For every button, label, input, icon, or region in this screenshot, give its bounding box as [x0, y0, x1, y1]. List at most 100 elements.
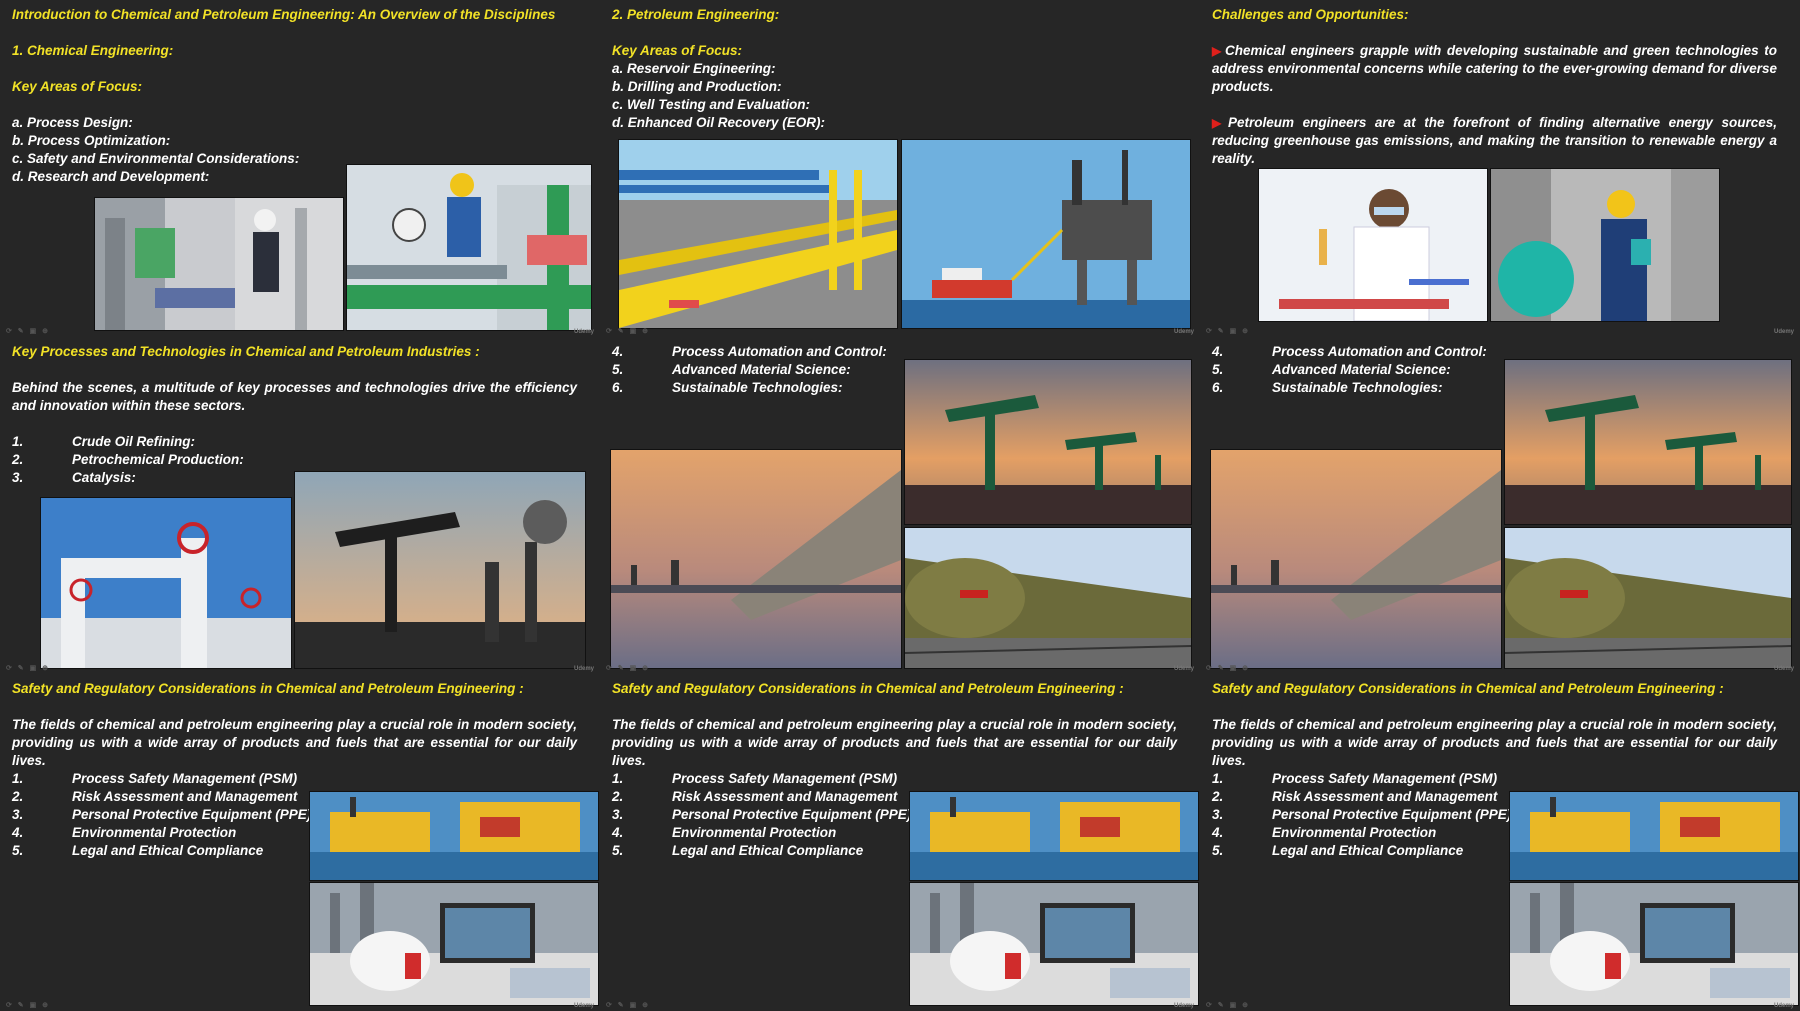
list-number: 2. — [612, 789, 624, 804]
slide-7[interactable]: Safety and Regulatory Considerations in … — [0, 674, 600, 1011]
list-item: Process Safety Management (PSM) — [72, 771, 298, 786]
list-item: Petrochemical Production: — [72, 452, 244, 467]
list-item: Risk Assessment and Management — [672, 789, 898, 804]
offshore-rig-collage-photo — [1509, 791, 1799, 881]
list-item: Personal Protective Equipment (PPE) — [1272, 807, 1512, 822]
hardhat-laptop-photo — [309, 882, 599, 1006]
slide-8[interactable]: Safety and Regulatory Considerations in … — [600, 674, 1200, 1011]
list-item: Advanced Material Science: — [672, 362, 851, 377]
pipeline-sunset-photo — [610, 449, 902, 669]
list-item: Environmental Protection — [672, 825, 837, 840]
slide-footer-icons: ⟳ ✎ ▣ ⊕ — [6, 328, 51, 335]
list-number: 5. — [612, 362, 624, 377]
list-item: Sustainable Technologies: — [672, 380, 843, 395]
slide-2[interactable]: 2. Petroleum Engineering: Key Areas of F… — [600, 0, 1200, 337]
list-number: 2. — [12, 452, 24, 467]
list-number: 1. — [612, 771, 624, 786]
list-number: 6. — [612, 380, 624, 395]
pipeline-yard-photo — [618, 139, 898, 329]
list-number: 5. — [1212, 843, 1224, 858]
list-item: Legal and Ethical Compliance — [1272, 843, 1464, 858]
intro-paragraph: The fields of chemical and petroleum eng… — [12, 717, 577, 768]
bullet-text: Petroleum engineers are at the forefront… — [1212, 115, 1777, 166]
bullet-paragraph: ▶ Chemical engineers grapple with develop… — [1212, 42, 1777, 96]
section-heading: 1. Chemical Engineering: — [12, 43, 174, 58]
slide-footer-icons: ⟳ ✎ ▣ ⊕ — [1206, 328, 1251, 335]
list-item: Crude Oil Refining: — [72, 434, 195, 449]
list-item: d. Research and Development: — [12, 169, 210, 184]
offshore-rig-collage-photo — [909, 791, 1199, 881]
list-number: 5. — [612, 843, 624, 858]
slide-title: Challenges and Opportunities: — [1212, 7, 1409, 22]
list-item: b. Process Optimization: — [12, 133, 171, 148]
tank-train-photo — [1504, 527, 1792, 669]
list-item: Environmental Protection — [72, 825, 237, 840]
list-item: Personal Protective Equipment (PPE) — [672, 807, 912, 822]
intro-paragraph: The fields of chemical and petroleum eng… — [612, 717, 1177, 768]
list-number: 4. — [612, 344, 624, 359]
pumpjack-refinery-photo — [294, 471, 586, 669]
list-item: Personal Protective Equipment (PPE) — [72, 807, 312, 822]
intro-paragraph: The fields of chemical and petroleum eng… — [1212, 717, 1777, 768]
slide-footer-icons: ⟳ ✎ ▣ ⊕ — [6, 1002, 51, 1009]
bullet-text: Chemical engineers grapple with developi… — [1212, 43, 1777, 94]
slide-footer-icons: ⟳ ✎ ▣ ⊕ — [1206, 665, 1251, 672]
engineer-valve-photo — [94, 197, 344, 331]
list-number: 5. — [1212, 362, 1224, 377]
offshore-rig-collage-photo — [309, 791, 599, 881]
list-number: 4. — [612, 825, 624, 840]
subheading: Key Areas of Focus: — [612, 43, 743, 58]
bullet-arrow-icon: ▶ — [1212, 44, 1224, 58]
slide-footer-icons: ⟳ ✎ ▣ ⊕ — [606, 1002, 651, 1009]
slide-6[interactable]: 4. 5. 6. Process Automation and Control:… — [1200, 337, 1800, 674]
pumpjacks-field-photo — [904, 359, 1192, 525]
list-item: Legal and Ethical Compliance — [72, 843, 264, 858]
valves-pipes-photo — [40, 497, 292, 669]
list-item: Sustainable Technologies: — [1272, 380, 1443, 395]
hardhat-laptop-photo — [909, 882, 1199, 1006]
watermark: Udemy — [1173, 1003, 1194, 1009]
list-item: a. Reservoir Engineering: — [612, 61, 776, 76]
pipeline-sunset-photo — [1210, 449, 1502, 669]
bullet-paragraph: ▶ Petroleum engineers are at the forefron… — [1212, 114, 1777, 168]
slide-1[interactable]: Introduction to Chemical and Petroleum E… — [0, 0, 600, 337]
lab-scientist-photo — [1258, 168, 1488, 322]
slide-title: Safety and Regulatory Considerations in … — [1212, 681, 1724, 696]
list-number: 4. — [12, 825, 24, 840]
tank-train-photo — [904, 527, 1192, 669]
list-item: c. Safety and Environmental Consideratio… — [12, 151, 300, 166]
slide-9[interactable]: Safety and Regulatory Considerations in … — [1200, 674, 1800, 1011]
watermark: Udemy — [1173, 666, 1194, 672]
slide-title: Safety and Regulatory Considerations in … — [12, 681, 524, 696]
engineer-pipes-photo — [346, 164, 592, 331]
hardhat-laptop-photo — [1509, 882, 1799, 1006]
slide-footer-icons: ⟳ ✎ ▣ ⊕ — [1206, 1002, 1251, 1009]
list-number: 2. — [12, 789, 24, 804]
list-item: Environmental Protection — [1272, 825, 1437, 840]
list-item: a. Process Design: — [12, 115, 133, 130]
watermark: Udemy — [573, 666, 594, 672]
bullet-arrow-icon: ▶ — [1212, 116, 1227, 130]
watermark: Udemy — [1773, 329, 1794, 335]
slide-3[interactable]: Challenges and Opportunities: ▶ Chemical … — [1200, 0, 1800, 337]
slide-4[interactable]: Key Processes and Technologies in Chemic… — [0, 337, 600, 674]
list-item: d. Enhanced Oil Recovery (EOR): — [612, 115, 826, 130]
watermark: Udemy — [1773, 1003, 1794, 1009]
slide-footer-icons: ⟳ ✎ ▣ ⊕ — [606, 328, 651, 335]
list-item: Process Automation and Control: — [1272, 344, 1487, 359]
list-number: 1. — [12, 771, 24, 786]
slide-footer-icons: ⟳ ✎ ▣ ⊕ — [606, 665, 651, 672]
list-item: Risk Assessment and Management — [72, 789, 298, 804]
list-number: 3. — [612, 807, 624, 822]
list-number: 1. — [12, 434, 24, 449]
list-number: 4. — [1212, 344, 1224, 359]
slide-5[interactable]: 4. 5. 6. Process Automation and Control:… — [600, 337, 1200, 674]
list-item: c. Well Testing and Evaluation: — [612, 97, 811, 112]
list-number: 3. — [12, 470, 24, 485]
slide-title: 2. Petroleum Engineering: — [612, 7, 780, 22]
list-item: Process Automation and Control: — [672, 344, 887, 359]
watermark: Udemy — [1173, 329, 1194, 335]
list-item: Process Safety Management (PSM) — [672, 771, 898, 786]
list-item: Legal and Ethical Compliance — [672, 843, 864, 858]
slide-title: Key Processes and Technologies in Chemic… — [12, 344, 480, 359]
